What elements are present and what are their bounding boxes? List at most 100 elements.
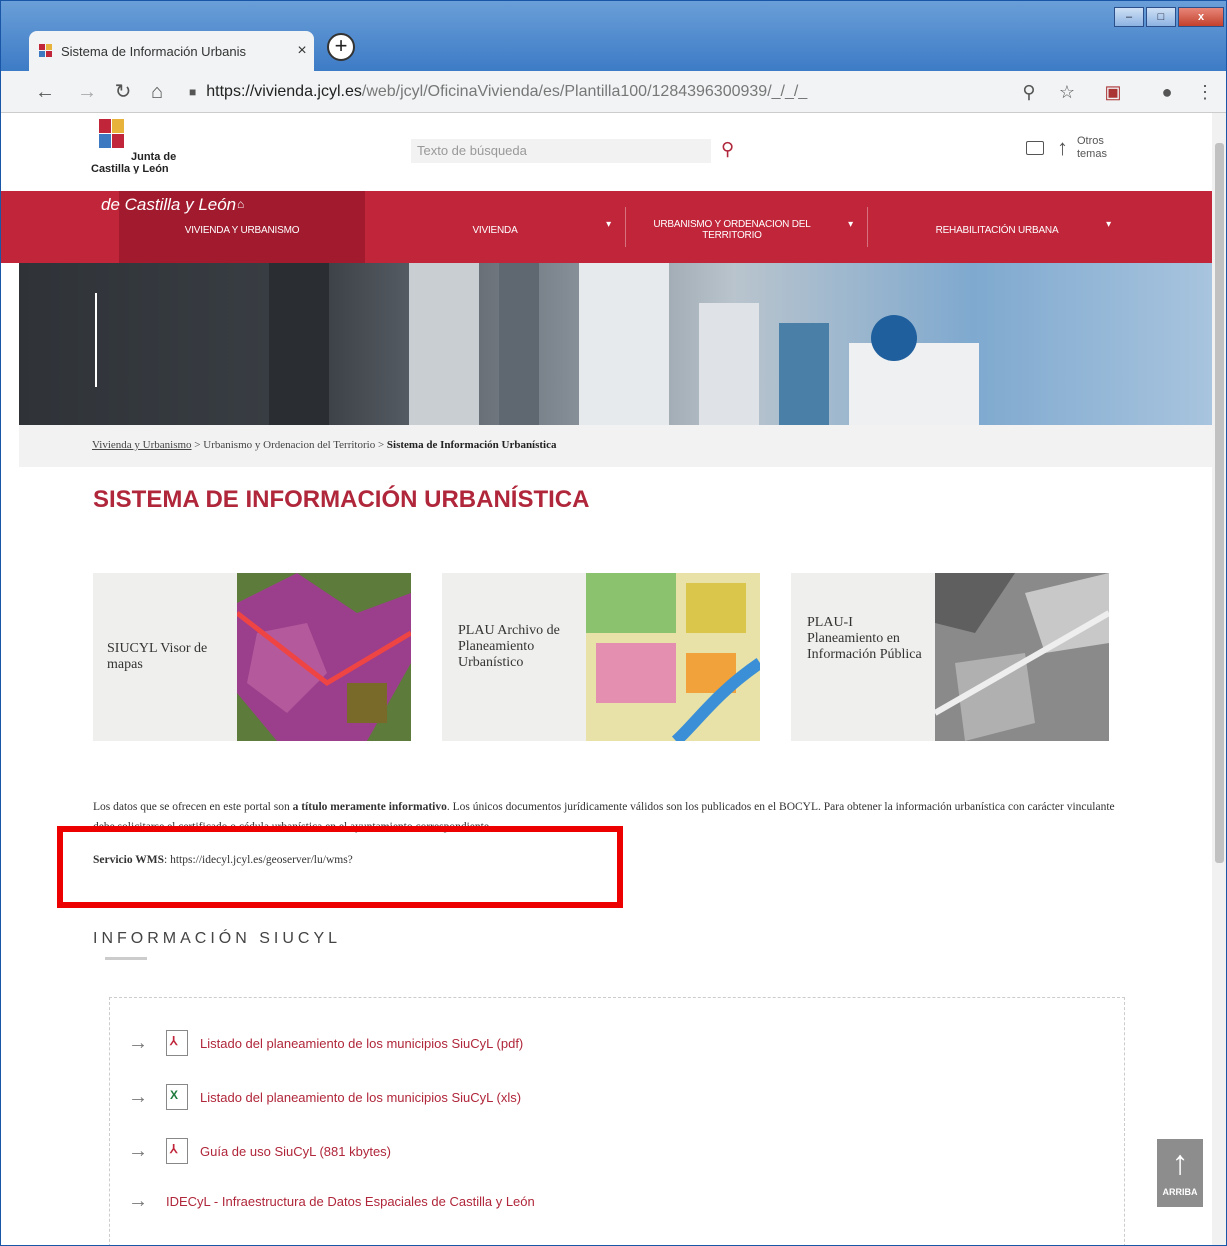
card-plau[interactable]: PLAU Archivo de Planeamiento Urbanístico — [442, 573, 760, 741]
hero-building — [499, 263, 539, 425]
coat-of-arms-icon — [99, 119, 124, 148]
arrow-up-icon[interactable]: ↑ — [1057, 135, 1068, 161]
link-planeamiento-pdf[interactable]: → ⅄ Listado del planeamiento de los muni… — [128, 1030, 523, 1056]
scrollbar-thumb[interactable] — [1215, 143, 1224, 863]
nav-item-rehabilitacion[interactable]: REHABILITACIÓN URBANA ▾ — [869, 191, 1125, 263]
browser-window: Sistema de Información Urbanis × + – □ x… — [0, 0, 1227, 1246]
url-host: https://vivienda.jcyl.es — [206, 83, 362, 100]
home-icon: ⌂ — [237, 197, 245, 211]
nav-item-label: VIVIENDA — [472, 224, 518, 236]
page-viewport: Junta de Castilla y León Texto de búsque… — [1, 113, 1212, 1245]
hero-building — [699, 303, 759, 425]
breadcrumb-link-vivienda[interactable]: Vivienda y Urbanismo — [92, 439, 192, 451]
pdf-icon: ⅄ — [166, 1138, 188, 1164]
back-icon[interactable]: ← — [31, 78, 59, 106]
arrow-right-icon: → — [128, 1031, 148, 1054]
links-box: → ⅄ Listado del planeamiento de los muni… — [109, 997, 1125, 1245]
other-topics-link[interactable]: Otros temas — [1077, 135, 1117, 161]
lock-icon: ■ — [189, 85, 197, 99]
hero-building — [779, 323, 829, 425]
url-path: /web/jcyl/OficinaVivienda/es/Plantilla10… — [361, 83, 808, 100]
new-tab-button[interactable]: + — [327, 33, 355, 61]
hero-banner — [19, 263, 1212, 425]
forward-icon[interactable]: → — [73, 78, 101, 106]
nav-item-vivienda[interactable]: VIVIENDA ▾ — [365, 191, 625, 263]
map-thumbnail-icon — [586, 573, 760, 741]
link-label: IDECyL - Infraestructura de Datos Espaci… — [166, 1194, 535, 1209]
chevron-down-icon: ▾ — [606, 219, 611, 230]
arrow-right-icon: → — [128, 1190, 148, 1212]
scrollbar[interactable] — [1212, 113, 1226, 1245]
breadcrumb-link-urbanismo[interactable]: Urbanismo y Ordenacion del Territorio — [203, 439, 375, 451]
xls-icon: X — [166, 1084, 188, 1110]
browser-toolbar: ← → ↻ ⌂ ■ https://vivienda.jcyl.es/web/jc… — [1, 71, 1226, 113]
highlight-box — [57, 826, 623, 908]
minimize-button[interactable]: – — [1114, 7, 1144, 27]
extension-icon[interactable]: ▣ — [1099, 78, 1127, 106]
nav-item-label: VIVIENDA Y URBANISMO — [184, 224, 300, 236]
hero-building — [269, 263, 329, 425]
hero-building — [849, 343, 979, 425]
hero-decoration — [871, 315, 917, 361]
logo-text-line1: Junta de — [131, 151, 177, 163]
search-icon[interactable]: ⚲ — [721, 139, 734, 160]
disclaimer-bold: a título meramente informativo — [292, 801, 447, 813]
home-icon[interactable]: ⌂ — [143, 78, 171, 106]
card-label: PLAU-I Planeamiento en Información Públi… — [807, 615, 922, 662]
nav-divider — [625, 207, 626, 247]
nav-divider — [867, 207, 868, 247]
menu-icon[interactable]: ⋮ — [1191, 78, 1219, 106]
maximize-button[interactable]: □ — [1146, 7, 1176, 27]
link-idecyl[interactable]: → IDECyL - Infraestructura de Datos Espa… — [128, 1190, 535, 1213]
map-thumbnail-icon — [237, 573, 411, 741]
close-window-button[interactable]: x — [1178, 7, 1224, 27]
link-label: Listado del planeamiento de los municipi… — [200, 1035, 524, 1051]
back-to-top-label: ARRIBA — [1162, 1187, 1198, 1197]
nav-item-label: URBANISMO Y ORDENACION DEL TERRITORIO — [653, 219, 811, 241]
chevron-down-icon: ▾ — [848, 219, 853, 230]
tab-title: Sistema de Información Urbanis — [61, 43, 246, 59]
address-bar[interactable]: ■ https://vivienda.jcyl.es/web/jcyl/Ofici… — [189, 78, 1009, 106]
section-underline — [105, 957, 147, 960]
search-input[interactable]: Texto de búsqueda — [411, 139, 711, 163]
breadcrumb: Vivienda y Urbanismo > Urbanismo y Orden… — [19, 425, 1212, 467]
zoom-icon[interactable]: ⚲ — [1015, 78, 1043, 106]
mail-icon[interactable] — [1026, 141, 1044, 155]
browser-tab[interactable]: Sistema de Información Urbanis × — [29, 31, 314, 71]
nav-item-urbanismo[interactable]: URBANISMO Y ORDENACION DEL TERRITORIO ▾ — [627, 191, 867, 263]
disclaimer-pre: Los datos que se ofrecen en este portal … — [93, 801, 293, 813]
hero-title: VIVIENDA Y URBANISMO — [101, 169, 366, 194]
arrow-right-icon: → — [128, 1085, 148, 1108]
breadcrumb-current: Sistema de Información Urbanística — [386, 439, 557, 451]
browser-titlebar: Sistema de Información Urbanis × + – □ x — [1, 1, 1226, 71]
hero-subtitle: de Castilla y León — [101, 195, 237, 214]
section-title: INFORMACIÓN SIUCYL — [93, 930, 342, 947]
page-title: SISTEMA DE INFORMACIÓN URBANÍSTICA — [93, 486, 590, 513]
tab-close-icon[interactable]: × — [290, 42, 314, 60]
arrow-right-icon: → — [128, 1139, 148, 1162]
map-thumbnail-icon — [935, 573, 1109, 741]
junta-logo[interactable]: Junta de Castilla y León — [89, 119, 199, 175]
hero-building — [579, 263, 669, 425]
nav-item-label: REHABILITACIÓN URBANA — [935, 224, 1059, 236]
back-to-top-button[interactable]: ↑ ARRIBA — [1157, 1139, 1203, 1207]
link-planeamiento-xls[interactable]: → X Listado del planeamiento de los muni… — [128, 1084, 521, 1110]
bookmark-star-icon[interactable]: ☆ — [1053, 78, 1081, 106]
arrow-up-icon: ↑ — [1171, 1144, 1189, 1182]
profile-icon[interactable]: ● — [1153, 78, 1181, 106]
window-controls: – □ x — [1112, 7, 1224, 27]
breadcrumb-separator: > — [191, 439, 204, 451]
link-label: Listado del planeamiento de los municipi… — [200, 1089, 522, 1105]
pdf-icon: ⅄ — [166, 1030, 188, 1056]
hero-building — [409, 263, 479, 425]
card-plau-i[interactable]: PLAU-I Planeamiento en Información Públi… — [791, 573, 1109, 741]
breadcrumb-separator: > — [375, 439, 387, 451]
card-siucyl[interactable]: SIUCYL Visor de mapas — [93, 573, 411, 741]
site-favicon-icon — [39, 44, 52, 57]
reload-icon[interactable]: ↻ — [109, 78, 137, 106]
card-label: PLAU Archivo de Planeamiento Urbanístico — [458, 623, 560, 670]
chevron-down-icon: ▾ — [1106, 219, 1111, 230]
card-label: SIUCYL Visor de mapas — [107, 641, 208, 672]
link-guia-uso[interactable]: → ⅄ Guía de uso SiuCyL (881 kbytes) — [128, 1138, 391, 1164]
hero-accent-line — [95, 293, 97, 387]
